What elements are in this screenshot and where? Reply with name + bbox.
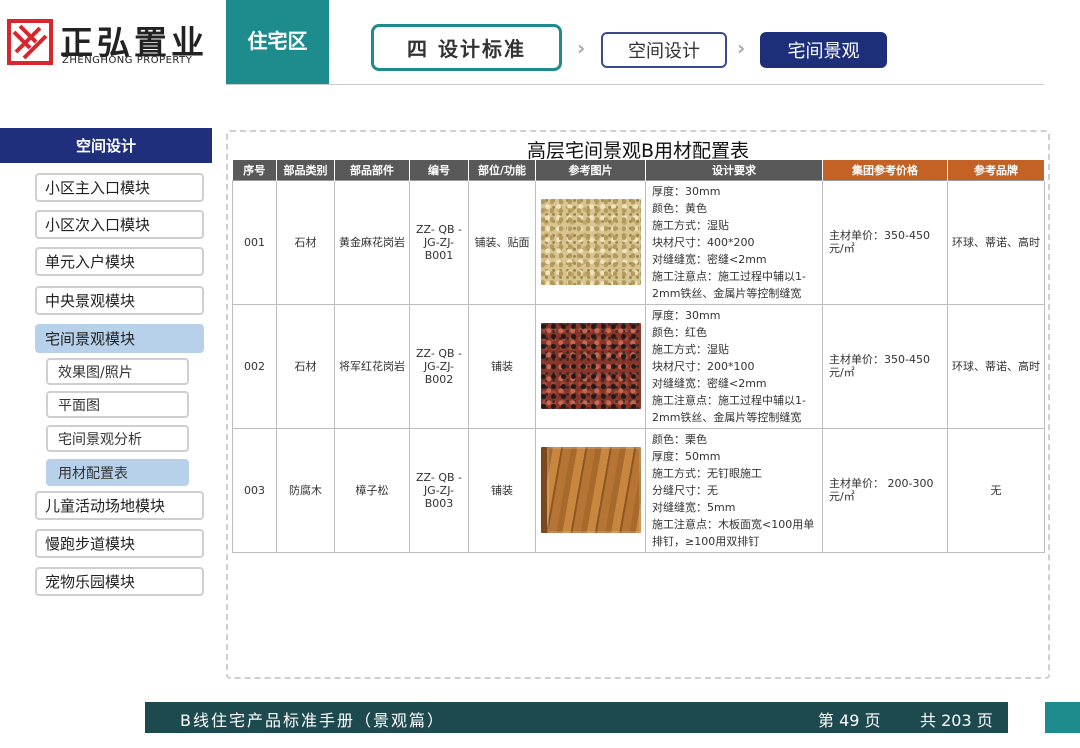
req-line: 颜色：栗色	[652, 432, 707, 446]
cell-part: 将军红花岗岩	[334, 303, 410, 429]
sidebar-title: 空间设计	[0, 128, 212, 163]
yellow-granite-image	[540, 199, 641, 285]
sidebar-sub-analysis[interactable]: 宅间景观分析	[46, 425, 189, 452]
req-line: 对缝缝宽：5mm	[652, 500, 736, 514]
cell-no: 002	[232, 303, 277, 429]
cell-function: 铺装	[468, 427, 536, 553]
req-line: 对缝缝宽：密缝<2mm	[652, 376, 767, 390]
wood-boards-image	[540, 447, 641, 533]
sidebar-item-main-entrance[interactable]: 小区主入口模块	[35, 173, 204, 202]
col-header-brand: 参考品牌	[947, 160, 1045, 180]
cell-requirements: 厚度：30mm 颜色：黄色 施工方式：湿贴 块材尺寸：400*200 对缝缝宽：…	[645, 179, 823, 305]
breadcrumb-current[interactable]: 宅间景观	[760, 32, 887, 68]
company-logo: 正弘置业 ZHENGHONG PROPERTY	[6, 14, 221, 70]
cell-function: 铺装、贴面	[468, 179, 536, 305]
sidebar-item-central-landscape[interactable]: 中央景观模块	[35, 286, 204, 315]
sidebar-item-secondary-entrance[interactable]: 小区次入口模块	[35, 210, 204, 239]
sidebar-item-unit-entry[interactable]: 单元入户模块	[35, 247, 204, 276]
cell-category: 石材	[276, 303, 335, 429]
cell-code: ZZ- QB - JG-ZJ-B001	[409, 179, 469, 305]
cell-image	[535, 427, 646, 553]
req-line: 颜色：黄色	[652, 201, 707, 215]
req-line: 厚度：30mm	[652, 184, 721, 198]
footer-page-total: 共 203 页	[920, 711, 993, 730]
sidebar-sub-renderings[interactable]: 效果图/照片	[46, 358, 189, 385]
cell-brand: 无	[947, 427, 1045, 553]
cell-part: 樟子松	[334, 427, 410, 553]
cell-no: 001	[232, 179, 277, 305]
req-line: 块材尺寸：400*200	[652, 235, 755, 249]
sidebar-item-pet-park[interactable]: 宠物乐园模块	[35, 567, 204, 596]
req-line: 颜色：红色	[652, 325, 707, 339]
req-line: 厚度：50mm	[652, 449, 721, 463]
table-row: 001 石材 黄金麻花岗岩 ZZ- QB - JG-ZJ-B001 铺装、贴面 …	[232, 179, 1045, 305]
col-header-code: 编号	[409, 160, 469, 180]
chevron-right-icon: ›	[737, 36, 746, 60]
col-header-function: 部位/功能	[468, 160, 536, 180]
req-line: 厚度：30mm	[652, 308, 721, 322]
req-line: 对缝缝宽：密缝<2mm	[652, 252, 767, 266]
cell-code: ZZ- QB - JG-ZJ-B002	[409, 303, 469, 429]
col-header-category: 部品类别	[276, 160, 335, 180]
cell-no: 003	[232, 427, 277, 553]
table-row: 002 石材 将军红花岗岩 ZZ- QB - JG-ZJ-B002 铺装 厚度：…	[232, 303, 1045, 429]
req-line: 施工方式：无钉眼施工	[652, 466, 762, 480]
table-row: 003 防腐木 樟子松 ZZ- QB - JG-ZJ-B003 铺装 颜色：栗色…	[232, 427, 1045, 553]
cell-price: 主材单价：350-450元/㎡	[822, 179, 948, 305]
sidebar-item-jogging[interactable]: 慢跑步道模块	[35, 529, 204, 558]
cell-brand: 环球、蒂诺、高时	[947, 303, 1045, 429]
cell-brand: 环球、蒂诺、高时	[947, 179, 1045, 305]
cell-part: 黄金麻花岗岩	[334, 179, 410, 305]
req-line: 分缝尺寸：无	[652, 483, 718, 497]
col-header-part: 部品部件	[334, 160, 410, 180]
sidebar-item-inter-building[interactable]: 宅间景观模块	[35, 324, 204, 353]
cell-image	[535, 303, 646, 429]
cell-code: ZZ- QB - JG-ZJ-B003	[409, 427, 469, 553]
cell-requirements: 厚度：30mm 颜色：红色 施工方式：湿贴 块材尺寸：200*100 对缝缝宽：…	[645, 303, 823, 429]
table-title: 高层宅间景观B用材配置表	[526, 140, 750, 162]
footer-bar: B线住宅产品标准手册（景观篇） 第 49 页 共 203 页	[145, 702, 1008, 733]
cell-function: 铺装	[468, 303, 536, 429]
req-line: 施工注意点：施工过程中辅以1-2mm铁丝、金属片等控制缝宽	[652, 269, 806, 300]
req-line: 施工方式：湿贴	[652, 342, 729, 356]
logo-name-en: ZHENGHONG PROPERTY	[62, 55, 193, 66]
req-line: 块材尺寸：200*100	[652, 359, 755, 373]
chevron-right-icon: ›	[577, 36, 586, 60]
logo-icon	[7, 19, 53, 65]
footer-title: B线住宅产品标准手册（景观篇）	[180, 711, 445, 730]
req-line: 施工注意点：施工过程中辅以1-2mm铁丝、金属片等控制缝宽	[652, 393, 806, 424]
req-line: 施工方式：湿贴	[652, 218, 729, 232]
breadcrumb-space-design[interactable]: 空间设计	[601, 32, 727, 68]
req-line: 施工注意点：木板面宽<100用单排钉，≥100用双排钉	[652, 517, 815, 548]
sidebar-sub-plan[interactable]: 平面图	[46, 391, 189, 418]
breadcrumb-chapter[interactable]: 四 设计标准	[371, 24, 562, 71]
col-header-image: 参考图片	[535, 160, 646, 180]
col-header-no: 序号	[232, 160, 277, 180]
footer-accent	[1045, 702, 1080, 733]
materials-table: 序号 部品类别 部品部件 编号 部位/功能 参考图片 设计要求 集团参考价格 参…	[232, 160, 1045, 553]
cell-requirements: 颜色：栗色 厚度：50mm 施工方式：无钉眼施工 分缝尺寸：无 对缝缝宽：5mm…	[645, 427, 823, 553]
table-header-row: 序号 部品类别 部品部件 编号 部位/功能 参考图片 设计要求 集团参考价格 参…	[232, 160, 1045, 180]
cell-price: 主材单价： 200-300元/㎡	[822, 427, 948, 553]
sidebar-sub-materials[interactable]: 用材配置表	[46, 459, 189, 486]
sidebar-item-children-play[interactable]: 儿童活动场地模块	[35, 491, 204, 520]
red-granite-image	[540, 323, 641, 409]
col-header-price: 集团参考价格	[822, 160, 948, 180]
col-header-requirements: 设计要求	[645, 160, 823, 180]
cell-category: 防腐木	[276, 427, 335, 553]
cell-category: 石材	[276, 179, 335, 305]
footer-page-number: 第 49 页	[818, 711, 881, 730]
cell-price: 主材单价：350-450元/㎡	[822, 303, 948, 429]
section-tab[interactable]: 住宅区	[226, 0, 329, 84]
header-divider	[226, 84, 1044, 85]
cell-image	[535, 179, 646, 305]
